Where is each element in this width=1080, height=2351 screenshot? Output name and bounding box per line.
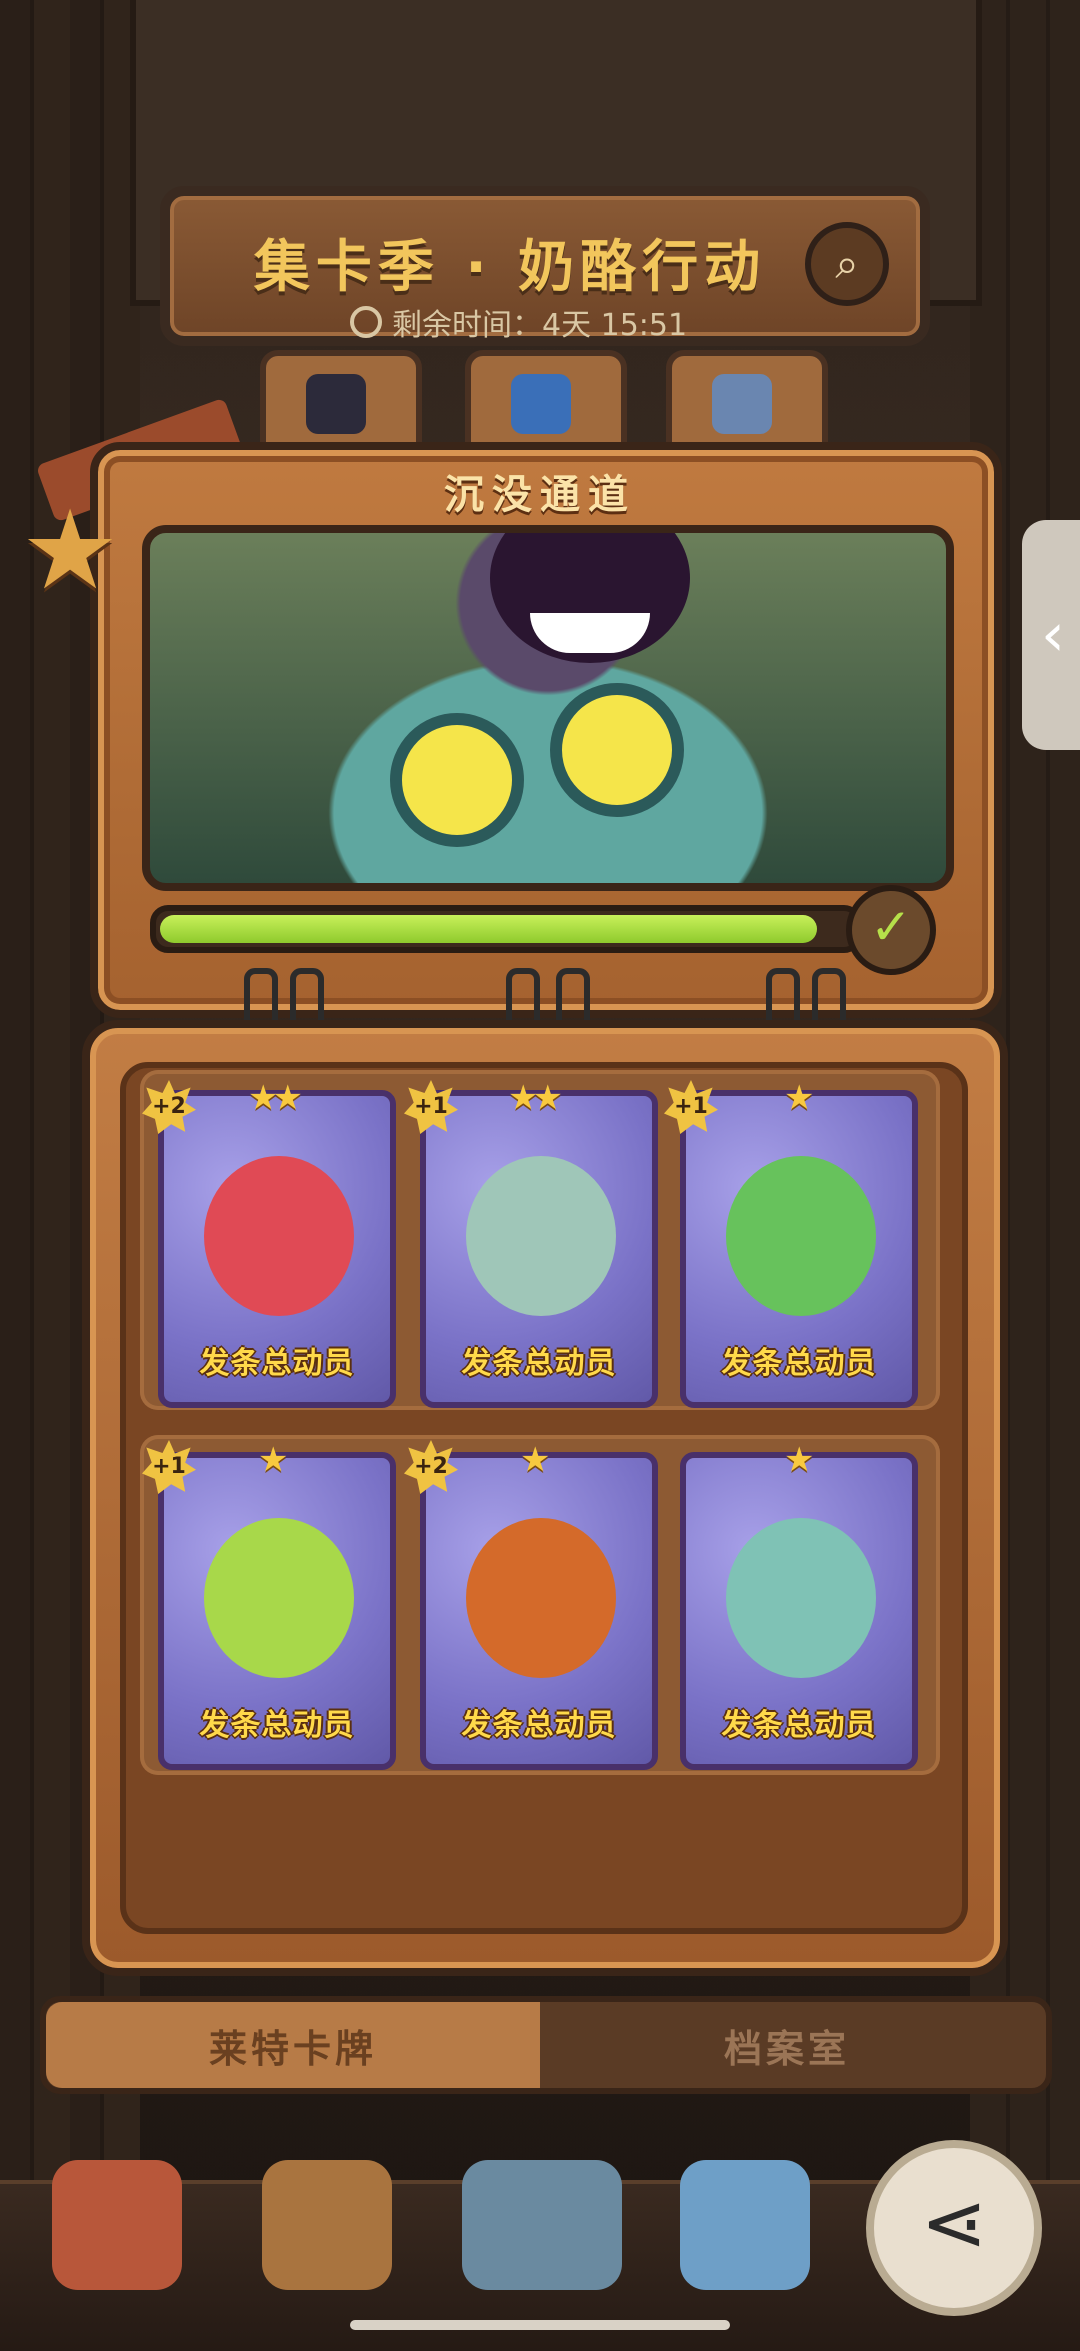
nav-machine-icon[interactable]	[462, 2160, 622, 2290]
share-icon[interactable]: ⋖	[866, 2140, 1042, 2316]
check-icon[interactable]: ✓	[846, 885, 936, 975]
eye-right	[550, 683, 684, 817]
card-5[interactable]: 发条总动员	[420, 1452, 658, 1770]
card-caption: 发条总动员	[721, 1708, 877, 1743]
chapter-progress-bar	[150, 905, 862, 953]
rarity-stars: ★	[520, 1440, 551, 1480]
card-caption: 发条总动员	[721, 1346, 877, 1381]
card-4[interactable]: 发条总动员	[158, 1452, 396, 1770]
rarity-stars: ★	[784, 1078, 815, 1118]
chapter-illustration	[142, 525, 954, 891]
tab-cards[interactable]: 莱特卡牌	[46, 2002, 540, 2088]
side-drawer-handle[interactable]: ‹	[1022, 520, 1080, 750]
home-indicator[interactable]	[350, 2320, 730, 2330]
nav-treasure-icon[interactable]	[52, 2160, 182, 2290]
tab-archive[interactable]: 档案室	[540, 2002, 1034, 2088]
card-caption: 发条总动员	[461, 1708, 617, 1743]
chapter-title: 沉没通道	[444, 472, 636, 518]
card-art	[726, 1156, 876, 1316]
nav-goggles-icon[interactable]	[680, 2160, 810, 2290]
progress-fill	[160, 915, 818, 943]
card-6[interactable]: 发条总动员	[680, 1452, 918, 1770]
magnifier-icon[interactable]: ⌕	[805, 222, 889, 306]
rarity-stars: ★	[258, 1440, 289, 1480]
star-badge-icon: ★	[20, 486, 120, 614]
card-caption: 发条总动员	[199, 1708, 355, 1743]
rarity-stars: ★	[784, 1440, 815, 1480]
card-1[interactable]: 发条总动员	[158, 1090, 396, 1408]
countdown-timer: 剩余时间：4天 15:51	[350, 300, 750, 344]
card-caption: 发条总动员	[199, 1346, 355, 1381]
eye-left	[390, 713, 524, 847]
page-title: 集卡季 · 奶酪行动	[253, 235, 767, 300]
card-art	[466, 1518, 616, 1678]
rarity-stars: ★★	[508, 1078, 563, 1118]
timer-label: 剩余时间：4天 15:51	[392, 308, 688, 343]
card-3[interactable]: 发条总动员	[680, 1090, 918, 1408]
card-caption: 发条总动员	[461, 1346, 617, 1381]
card-art	[204, 1156, 354, 1316]
card-art	[466, 1156, 616, 1316]
clock-icon	[350, 306, 382, 338]
rarity-stars: ★★	[248, 1078, 303, 1118]
nav-chest-icon[interactable]	[262, 2160, 392, 2290]
card-art	[204, 1518, 354, 1678]
card-art	[726, 1518, 876, 1678]
card-2[interactable]: 发条总动员	[420, 1090, 658, 1408]
